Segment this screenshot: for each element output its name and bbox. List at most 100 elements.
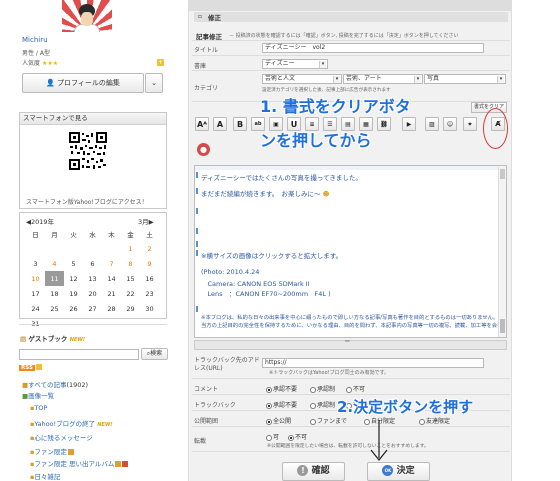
weekday: 月 (51, 230, 58, 239)
calendar-day[interactable]: 21 (102, 286, 121, 301)
category-link-fan[interactable]: ▪ファン限定 (30, 446, 74, 456)
category-link-message[interactable]: ▪心に残るメッセージ (30, 432, 93, 442)
calendar-day[interactable]: 19 (64, 286, 83, 301)
comment-option-disabled[interactable]: 不可 (346, 384, 365, 393)
calendar-day[interactable]: 16 (140, 271, 159, 286)
font-color-icon[interactable]: A (213, 117, 227, 131)
publish-option-all[interactable]: 全公開 (266, 416, 291, 425)
editor-scrollbar[interactable] (498, 167, 506, 337)
editor-line: Lens ：CANON EF70~200mm F4L ) (201, 290, 331, 298)
calendar-day[interactable]: 4 (45, 256, 64, 271)
calendar-day[interactable]: 7 (102, 256, 121, 271)
decide-button[interactable]: OK 決定 (367, 462, 430, 481)
guestbook-title[interactable]: ▤ ゲストブック NEW! (20, 333, 85, 343)
all-articles-link[interactable]: ■すべての記事(1902) (22, 379, 88, 389)
calendar-day[interactable]: 15 (121, 271, 140, 286)
calendar-day[interactable]: 30 (140, 301, 159, 316)
transfer-option-allow[interactable]: 可 (266, 432, 279, 441)
trackback-url-input[interactable]: https:// (262, 358, 484, 368)
map-icon[interactable]: ⌖ (463, 117, 477, 131)
photo-icon[interactable]: ▨ (425, 117, 439, 131)
category-link-fan-album[interactable]: ▪ファン限定 思い出アルバム (30, 458, 129, 468)
sidebar: Michiru 男性 / A型 人気度 ★★★ + 👤 プロフィールの編集 ⌄ … (0, 0, 175, 481)
calendar-day[interactable] (83, 241, 102, 256)
calendar-day[interactable] (64, 241, 83, 256)
calendar-day[interactable] (26, 241, 45, 256)
calendar-prev[interactable]: ◀2019年 (26, 216, 54, 226)
location-pin-icon[interactable]: ● (197, 143, 210, 156)
calendar-day[interactable]: 3 (26, 256, 45, 271)
video-icon[interactable]: ▶ (402, 117, 416, 131)
popularity-stars: ★★★ (41, 60, 59, 67)
article-editor[interactable]: ディズニーシーではたくさんの写真を撮ってきました。 まだまだ続編が続きます。 お… (194, 165, 507, 338)
image-list-link[interactable]: ■画像一覧 (22, 390, 54, 400)
calendar-day[interactable]: 25 (45, 301, 64, 316)
trackback-option-free[interactable]: 承認不要 (266, 400, 297, 409)
category-select-2[interactable]: 芸術、アート ▾ (343, 74, 423, 84)
plus-icon[interactable] (36, 364, 42, 370)
link-icon[interactable]: ⛓ (377, 117, 391, 131)
calendar-day[interactable]: 26 (64, 301, 83, 316)
bold-icon[interactable]: B (233, 117, 247, 131)
comment-label: コメント (194, 386, 219, 393)
chevron-down-icon[interactable]: ⌄ (145, 73, 163, 93)
username-link[interactable]: Michiru (22, 36, 48, 44)
calendar-day[interactable]: 22 (121, 286, 140, 301)
category-link-yahoo[interactable]: ▪Yahoo!ブログの終了 NEW! (30, 418, 113, 428)
editor-line: (Photo: 2010.4.24 (201, 268, 260, 276)
publish-option-fans[interactable]: ファンまで (310, 416, 347, 425)
smartphone-panel: スマートフォンで見る スマートフォン版Yahoo!ブログにアクセス！ (19, 112, 167, 209)
calendar-day[interactable]: 27 (83, 301, 102, 316)
calendar-day[interactable]: 2 (140, 241, 159, 256)
transfer-label: 転載 (194, 438, 207, 445)
calendar-next[interactable]: 3月▶ (138, 216, 154, 226)
calendar-day[interactable] (102, 241, 121, 256)
calendar-day[interactable]: 8 (121, 256, 140, 271)
plus-icon[interactable]: + (157, 58, 164, 66)
calendar-day[interactable]: 13 (83, 271, 102, 286)
calendar-day[interactable]: 1 (121, 241, 140, 256)
calendar-day[interactable]: 20 (83, 286, 102, 301)
calendar-day[interactable]: 6 (83, 256, 102, 271)
publish-option-friends[interactable]: 友達限定 (419, 416, 450, 425)
calendar-day[interactable]: 10 (26, 271, 45, 286)
calendar-day[interactable]: 14 (102, 271, 121, 286)
font-size-icon[interactable]: Aᴬ (195, 117, 209, 131)
calendar-day[interactable]: 24 (26, 301, 45, 316)
comment-option-free[interactable]: 承認不要 (266, 384, 297, 393)
confirm-button[interactable]: ! 確認 (282, 462, 345, 481)
avatar[interactable] (62, 0, 112, 32)
calendar-day[interactable]: 23 (140, 286, 159, 301)
profile-edit-button[interactable]: 👤 プロフィールの編集 (22, 73, 144, 93)
category-select-3[interactable]: 写真 ▾ (424, 74, 506, 84)
calendar-day[interactable]: 17 (26, 286, 45, 301)
calendar-day-today[interactable]: 11 (45, 271, 64, 286)
comment-option-approval[interactable]: 承認制 (310, 384, 335, 393)
title-input[interactable]: ディズニーシー vol2 (262, 43, 484, 53)
trackback-option-approval[interactable]: 承認制 (310, 400, 335, 409)
annotation-step1-line1: 1. 書式をクリアボタ (260, 97, 411, 116)
new-badge: NEW! (97, 422, 113, 428)
calendar-day[interactable] (45, 241, 64, 256)
transfer-option-deny[interactable]: 不可 (288, 432, 307, 441)
publish-label: 公開範囲 (194, 418, 219, 425)
shoko-select[interactable]: ディズニー ▾ (262, 59, 328, 69)
calendar-day[interactable]: 28 (102, 301, 121, 316)
category-link-top[interactable]: ▪TOP (30, 404, 47, 412)
rss-badge[interactable]: RSS (19, 365, 35, 371)
smartphone-title: スマートフォンで見る (20, 113, 166, 125)
emoji-icon[interactable]: ☺ (443, 117, 457, 131)
calendar-day[interactable]: 9 (140, 256, 159, 271)
calendar-day[interactable]: 29 (121, 301, 140, 316)
search-button[interactable]: ⌕検索 (141, 348, 168, 360)
editor-resize-bar[interactable]: ▔ (194, 340, 507, 350)
calendar-day[interactable]: 12 (64, 271, 83, 286)
weekday: 土 (146, 230, 153, 239)
heart-icon (122, 461, 129, 467)
calendar-day[interactable]: 18 (45, 286, 64, 301)
category-link-diary[interactable]: ▪日々雑記 (30, 471, 60, 481)
section-header: ▫ 修正 (194, 12, 508, 22)
calendar-day[interactable]: 5 (64, 256, 83, 271)
search-input[interactable] (19, 349, 139, 360)
category-select-1[interactable]: 芸術と人文 ▾ (262, 74, 342, 84)
